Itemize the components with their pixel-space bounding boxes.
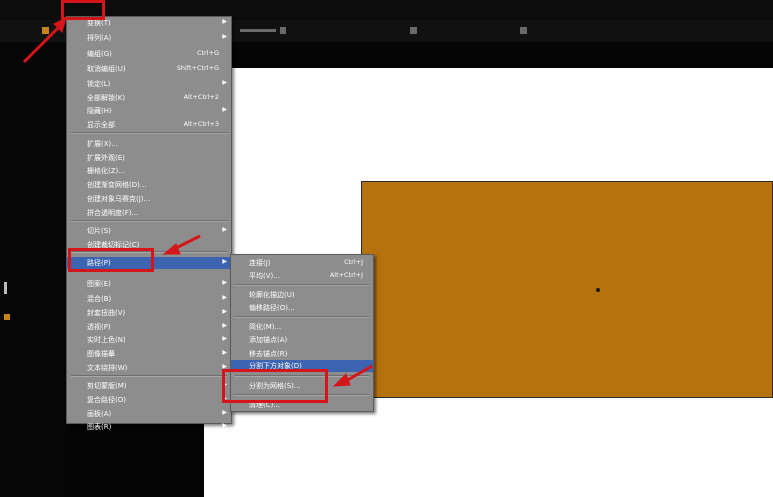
annotation-arrows — [22, 17, 373, 387]
arrow-head-split-into-grid — [332, 373, 351, 387]
arrow-head-path-item — [162, 243, 181, 255]
arrow-to-object-menu — [22, 24, 62, 64]
